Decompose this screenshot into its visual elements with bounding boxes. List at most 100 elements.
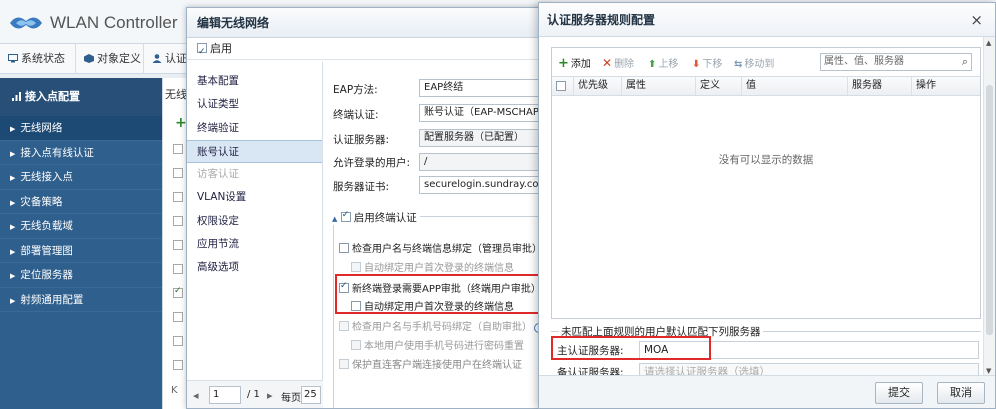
auth-server-select[interactable]: 配置服务器（已配置） bbox=[419, 129, 555, 147]
eap-method-select[interactable]: EAP终结 bbox=[419, 79, 555, 97]
move-icon: ⇆ bbox=[734, 59, 743, 70]
sidebar-item-deploy-map[interactable]: ▶ 部署管理图 bbox=[0, 239, 162, 263]
search-icon[interactable]: ⌕ bbox=[962, 54, 968, 70]
phone-binding-checkbox[interactable] bbox=[339, 321, 349, 331]
header-select-all[interactable] bbox=[552, 77, 574, 95]
move-up-button[interactable]: ⬆ 上移 bbox=[648, 55, 678, 70]
opt-auto-bind-1[interactable]: 自动绑定用户首次登录的终端信息 bbox=[351, 259, 514, 274]
dialog-left-nav: 基本配置 认证类型 终端验证 账号认证 访客认证 VLAN设置 权限设定 应用节… bbox=[187, 62, 323, 408]
row-checkbox[interactable] bbox=[173, 192, 183, 202]
nav-vlan-settings[interactable]: VLAN设置 bbox=[187, 186, 322, 209]
enable-row[interactable]: 启用 bbox=[187, 38, 555, 63]
nav-system-status[interactable]: 系统状态 bbox=[0, 44, 76, 74]
row-checkbox[interactable] bbox=[173, 360, 183, 370]
pager-prev-icon[interactable]: ◂ bbox=[193, 389, 199, 402]
move-to-button[interactable]: ⇆ 移动到 bbox=[734, 55, 774, 70]
select-all-checkbox[interactable] bbox=[556, 81, 566, 91]
row-checkbox[interactable] bbox=[173, 336, 183, 346]
add-button[interactable]: + 添加 bbox=[558, 55, 591, 71]
pager-next-icon[interactable]: ▸ bbox=[267, 389, 273, 402]
row-checkbox[interactable] bbox=[173, 144, 183, 154]
col-actions[interactable]: 操作 bbox=[912, 77, 980, 95]
phone-reset-checkbox[interactable] bbox=[351, 340, 361, 350]
sidebar-item-load-domain[interactable]: ▶ 无线负载域 bbox=[0, 214, 162, 239]
per-page-select[interactable]: 25 bbox=[301, 386, 321, 404]
move-down-button[interactable]: ⬇ 下移 bbox=[692, 55, 722, 70]
col-server[interactable]: 服务器 bbox=[848, 77, 912, 95]
enable-checkbox[interactable] bbox=[197, 41, 207, 63]
col-value[interactable]: 值 bbox=[742, 77, 848, 95]
triangle-right-icon: ▶ bbox=[10, 174, 16, 182]
nav-terminal-verify[interactable]: 终端验证 bbox=[187, 117, 322, 140]
row-checkbox[interactable] bbox=[173, 312, 183, 322]
nav-app-throttle[interactable]: 应用节流 bbox=[187, 233, 322, 256]
nav-permission[interactable]: 权限设定 bbox=[187, 210, 322, 233]
pager-page-input[interactable]: 1 bbox=[209, 386, 241, 404]
grid-toolbar: + 添加 ✕ 删除 ⬆ 上移 ⬇ 下移 ⇆ 移动到 属性、值、服务器 ⌕ bbox=[552, 48, 980, 76]
triangle-right-icon: ▶ bbox=[10, 296, 16, 305]
col-priority[interactable]: 优先级 bbox=[574, 77, 622, 95]
col-attribute[interactable]: 属性 bbox=[622, 77, 696, 95]
pager-first-icon[interactable]: K bbox=[171, 385, 178, 396]
terminal-auth-select[interactable]: 账号认证（EAP-MSCHAPv2） bbox=[419, 104, 555, 122]
nav-advanced[interactable]: 高级选项 bbox=[187, 256, 322, 279]
search-input[interactable]: 属性、值、服务器 ⌕ bbox=[820, 53, 972, 71]
terminal-auth-legend[interactable]: ▲ 启用终端认证 bbox=[329, 210, 420, 225]
edit-wireless-network-dialog: 编辑无线网络 启用 基本配置 认证类型 终端验证 账号认证 访客认证 VLAN设… bbox=[186, 7, 556, 409]
nav-auth-type[interactable]: 认证类型 bbox=[187, 93, 322, 116]
opt-phone-binding[interactable]: 检查用户名与手机号码绑定（自助审批）i bbox=[339, 318, 544, 333]
protect-direct-checkbox[interactable] bbox=[339, 359, 349, 369]
nav-basic-config[interactable]: 基本配置 bbox=[187, 70, 322, 93]
opt-phone-reset[interactable]: 本地用户使用手机号码进行密码重置 bbox=[351, 337, 524, 352]
eap-method-label: EAP方法: bbox=[333, 84, 378, 96]
allowed-users-input[interactable]: / bbox=[419, 153, 555, 171]
monitor-icon bbox=[8, 54, 18, 63]
dialog-title: 认证服务器规则配置 × bbox=[539, 3, 995, 37]
sidebar-item-wireless-network[interactable]: ▶ 无线网络 bbox=[0, 116, 162, 141]
enable-terminal-auth-checkbox[interactable] bbox=[340, 210, 351, 222]
nav-guest-auth[interactable]: 访客认证 bbox=[187, 163, 322, 186]
col-definition[interactable]: 定义 bbox=[696, 77, 742, 95]
submit-button[interactable]: 提交 bbox=[875, 382, 923, 404]
app-title: WLAN Controller bbox=[50, 13, 178, 32]
row-checkbox[interactable] bbox=[173, 240, 183, 250]
highlight-box-primary-server bbox=[551, 336, 711, 360]
admin-approval-checkbox[interactable] bbox=[339, 243, 349, 253]
row-checkbox[interactable] bbox=[173, 264, 183, 274]
server-cert-select[interactable]: securelogin.sundray.com bbox=[419, 176, 555, 194]
signal-bars-icon bbox=[12, 92, 21, 101]
cancel-button[interactable]: 取消 bbox=[937, 382, 985, 404]
row-checkbox-checked[interactable] bbox=[173, 286, 183, 298]
nav-object-definition[interactable]: 对象定义 bbox=[76, 44, 144, 74]
vertical-scrollbar[interactable]: ▲ ▼ bbox=[983, 37, 995, 377]
sidebar-item-disaster-recovery[interactable]: ▶ 灾备策略 bbox=[0, 190, 162, 214]
opt-admin-approval[interactable]: 检查用户名与终端信息绑定（管理员审批） bbox=[339, 240, 542, 255]
close-icon[interactable]: × bbox=[970, 3, 983, 37]
scroll-down-icon[interactable]: ▼ bbox=[986, 367, 991, 375]
delete-button[interactable]: ✕ 删除 bbox=[602, 55, 634, 70]
triangle-right-icon: ▶ bbox=[10, 125, 16, 133]
triangle-right-icon: ▶ bbox=[10, 272, 16, 280]
sidebar-item-ap-wired-auth[interactable]: ▶ 接入点有线认证 bbox=[0, 141, 162, 165]
background-tab[interactable]: 无线 bbox=[165, 86, 187, 102]
scroll-up-icon[interactable]: ▲ bbox=[986, 39, 991, 47]
sidebar-item-location-server[interactable]: ▶ 定位服务器 bbox=[0, 263, 162, 288]
account-auth-form: EAP方法: EAP终结 终端认证: 账号认证（EAP-MSCHAPv2） 认证… bbox=[323, 62, 555, 408]
triangle-right-icon: ▶ bbox=[10, 223, 16, 231]
sidebar-item-rf-config[interactable]: ▶ 射频通用配置 bbox=[0, 288, 162, 312]
row-checkbox[interactable] bbox=[173, 216, 183, 226]
nav-auth[interactable]: 认证 bbox=[144, 44, 188, 74]
sidebar-item-wireless-ap[interactable]: ▶ 无线接入点 bbox=[0, 165, 162, 190]
scroll-thumb[interactable] bbox=[986, 85, 993, 335]
opt-protect-direct[interactable]: 保护直连客户端连接使用户在终端认证 bbox=[339, 356, 522, 371]
collapse-triangle-icon[interactable]: ▲ bbox=[332, 215, 337, 223]
auto-bind-checkbox-1[interactable] bbox=[351, 262, 361, 272]
highlight-box-app-approval bbox=[335, 274, 545, 314]
add-icon[interactable]: + bbox=[175, 115, 187, 131]
nav-account-auth[interactable]: 账号认证 bbox=[187, 139, 322, 164]
empty-message: 没有可以显示的数据 bbox=[718, 154, 814, 166]
sidebar: 接入点配置 ▶ 无线网络 ▶ 接入点有线认证 ▶ 无线接入点 ▶ 灾备策略 ▶ 无线负载域… bbox=[0, 78, 162, 409]
arrow-down-icon: ⬇ bbox=[692, 59, 701, 70]
dialog-title: 编辑无线网络 bbox=[187, 8, 555, 38]
row-checkbox[interactable] bbox=[173, 168, 183, 178]
